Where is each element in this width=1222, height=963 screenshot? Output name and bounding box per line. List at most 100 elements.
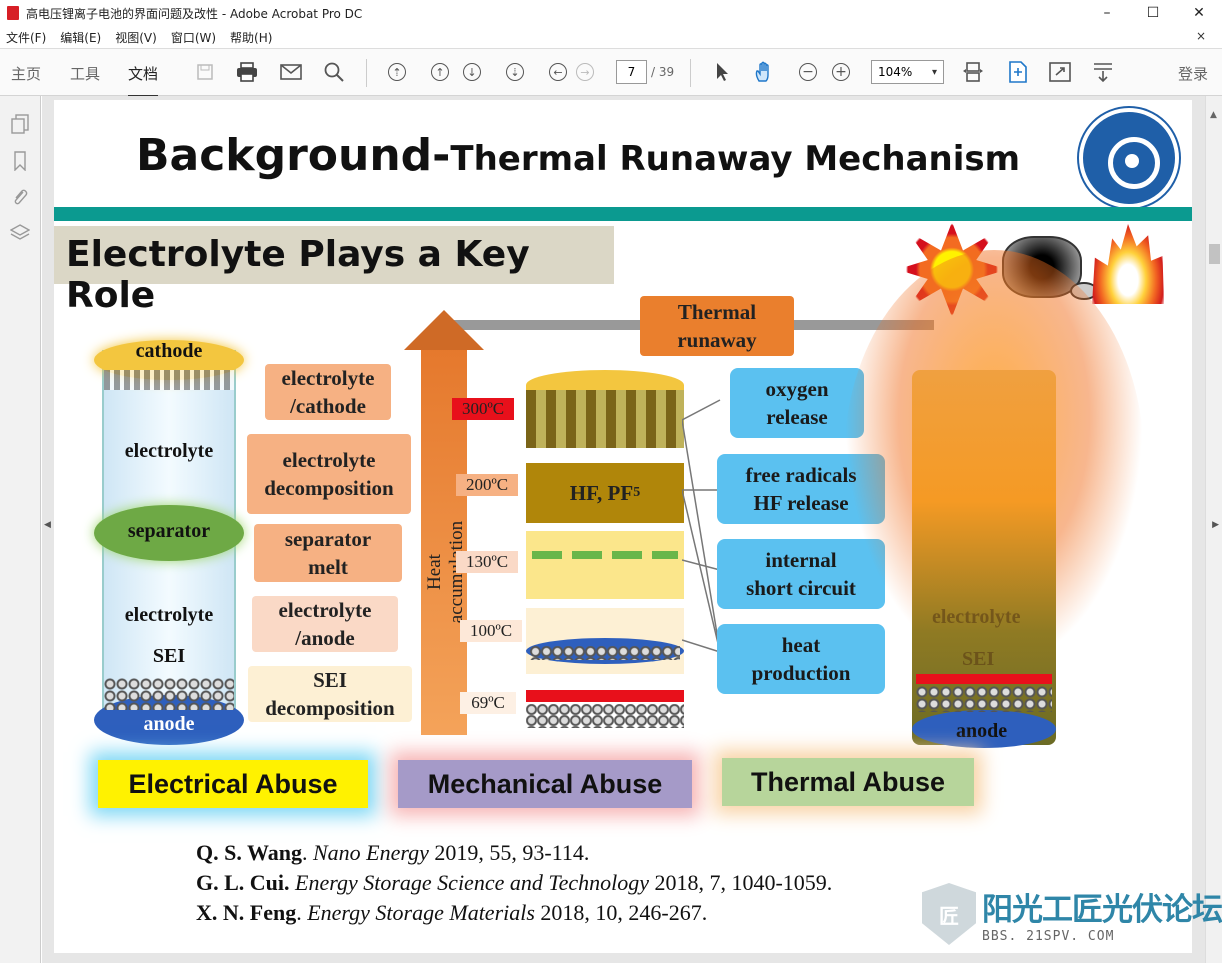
last-page-icon[interactable]: ⇣	[504, 61, 526, 83]
effect-oxygen-release: oxygen release	[730, 368, 864, 438]
effect-heat-production: heat production	[717, 624, 885, 694]
title-bar: 高电压锂离子电池的界面问题及改性 - Adobe Acrobat Pro DC …	[0, 0, 1222, 26]
fit-width-icon[interactable]	[1007, 61, 1029, 83]
scrollbar-thumb[interactable]	[1209, 244, 1220, 264]
previous-view-icon[interactable]: ←	[547, 61, 569, 83]
read-mode-icon[interactable]	[1092, 61, 1114, 83]
previous-page-icon[interactable]: ↑	[429, 61, 451, 83]
slide-title-rest: Thermal Runaway Mechanism	[450, 139, 1021, 179]
toolbar: 主页 工具 文档 ⇡ ↑ ↓ ⇣ ← → 7 / 39 − + 104% 登录	[0, 48, 1222, 98]
email-icon[interactable]	[280, 61, 302, 83]
heat-arrow-head	[404, 310, 484, 350]
fire-label-sei: SEI	[962, 648, 995, 670]
full-screen-icon[interactable]	[1049, 61, 1071, 83]
next-page-icon[interactable]: ↓	[461, 61, 483, 83]
watermark-title: 阳光工匠光伏论坛	[982, 892, 1222, 928]
electrical-abuse-label: Electrical Abuse	[98, 760, 368, 808]
page-total: / 39	[651, 65, 675, 79]
login-button[interactable]: 登录	[1178, 63, 1208, 84]
page-number-input[interactable]: 7	[616, 60, 647, 84]
fire-label-electrolyte: electrolyte	[932, 606, 1021, 628]
zoom-in-icon[interactable]: +	[830, 61, 852, 83]
print-icon[interactable]	[236, 61, 258, 83]
watermark-url: BBS. 21SPV. COM	[982, 929, 1115, 944]
menu-help[interactable]: 帮助(H)	[230, 29, 272, 46]
temp-69: 69ºC	[460, 692, 516, 714]
title-divider	[54, 207, 1192, 221]
left-navigation-panel	[0, 96, 41, 963]
close-button[interactable]: ✕	[1176, 0, 1222, 26]
minimize-button[interactable]: –	[1084, 0, 1130, 26]
collapse-right-panel-icon[interactable]: ▶	[1212, 520, 1219, 530]
label-electrolyte-top: electrolyte	[124, 440, 214, 462]
menu-file[interactable]: 文件(F)	[6, 29, 46, 46]
temp-130: 130ºC	[456, 551, 518, 573]
reaction-electrolyte-cathode: electrolyte/cathode	[265, 364, 391, 420]
menu-bar: 文件(F) 编辑(E) 视图(V) 窗口(W) 帮助(H) ×	[0, 26, 1222, 48]
temp-200: 200ºC	[456, 474, 518, 496]
label-separator: separator	[127, 520, 211, 542]
fit-page-icon[interactable]	[962, 61, 984, 83]
layer-separator	[526, 531, 684, 599]
select-cursor-icon[interactable]	[711, 61, 733, 83]
reaction-electrolyte-decomposition: electrolyte decomposition	[247, 434, 411, 514]
first-page-icon[interactable]: ⇡	[386, 61, 408, 83]
zoom-select[interactable]: 104%	[871, 60, 944, 84]
tab-home[interactable]: 主页	[11, 63, 41, 84]
anode-particles	[104, 678, 234, 710]
zoom-out-icon[interactable]: −	[797, 61, 819, 83]
reference-3: X. N. Feng. Energy Storage Materials 201…	[196, 900, 708, 925]
reaction-separator-melt: separator melt	[254, 524, 402, 582]
hand-tool-icon[interactable]	[753, 61, 775, 83]
scroll-up-icon[interactable]: ▲	[1210, 110, 1217, 120]
slide-title-main: Background-	[136, 130, 451, 181]
temp-300: 300ºC	[452, 398, 514, 420]
label-electrolyte-bottom: electrolyte	[124, 604, 214, 626]
layer-hf-pf5: HF, PF 5	[526, 463, 684, 523]
maximize-button[interactable]: ☐	[1130, 0, 1176, 26]
search-icon[interactable]	[323, 61, 345, 83]
window-title: 高电压锂离子电池的界面问题及改性 - Adobe Acrobat Pro DC	[26, 6, 363, 21]
next-view-icon[interactable]: →	[574, 61, 596, 83]
tab-document[interactable]: 文档	[128, 63, 159, 98]
burning-sei-layer	[916, 674, 1052, 684]
menu-window[interactable]: 窗口(W)	[171, 29, 216, 46]
reaction-sei-decomposition: SEI decomposition	[248, 666, 412, 722]
label-anode: anode	[143, 713, 195, 735]
forum-watermark: 匠 阳光工匠光伏论坛 BBS. 21SPV. COM	[922, 883, 1222, 945]
flame-icon	[1092, 224, 1164, 304]
label-cathode: cathode	[135, 340, 203, 362]
battery-cylinder-diagram: cathode electrolyte separator electrolyt…	[94, 340, 244, 745]
page-thumbnails-icon[interactable]	[10, 114, 30, 134]
reaction-electrolyte-anode: electrolyte/anode	[252, 596, 398, 652]
thermal-abuse-label: Thermal Abuse	[722, 758, 974, 806]
cathode-crystals	[104, 370, 234, 390]
menu-edit[interactable]: 编辑(E)	[60, 29, 101, 46]
slide-subtitle: Electrolyte Plays a Key Role	[66, 234, 530, 316]
reference-2: G. L. Cui. Energy Storage Science and Te…	[196, 870, 833, 895]
subtitle-box: Electrolyte Plays a Key Role	[54, 226, 614, 316]
burning-anode-particles	[916, 686, 1052, 712]
save-icon[interactable]	[194, 61, 216, 83]
fire-label-anode: anode	[956, 720, 1008, 742]
label-sei: SEI	[152, 645, 186, 667]
cas-logo	[1079, 108, 1179, 208]
connector-lines	[682, 399, 721, 653]
mechanical-abuse-label: Mechanical Abuse	[398, 760, 692, 808]
menu-view[interactable]: 视图(V)	[115, 29, 157, 46]
layer-sei-red	[526, 690, 684, 702]
pdf-page: Background-Thermal Runaway Mechanism Ele…	[54, 100, 1192, 953]
tab-tools[interactable]: 工具	[70, 63, 100, 84]
layers-icon[interactable]	[10, 223, 30, 243]
attachments-icon[interactable]	[10, 187, 30, 207]
thermal-runaway-box: Thermal runaway	[640, 296, 794, 356]
bookmarks-icon[interactable]	[10, 151, 30, 171]
layer-cathode-crystals	[526, 390, 684, 448]
layer-anode-interface	[526, 608, 684, 674]
acrobat-app-icon	[7, 6, 19, 20]
collapse-left-panel-icon[interactable]: ◀	[44, 520, 51, 530]
reference-1: Q. S. Wang. Nano Energy 2019, 55, 93-114…	[196, 840, 590, 865]
layer-anode-particles	[526, 704, 684, 728]
close-document-button[interactable]: ×	[1196, 29, 1206, 43]
temp-100: 100ºC	[460, 620, 522, 642]
